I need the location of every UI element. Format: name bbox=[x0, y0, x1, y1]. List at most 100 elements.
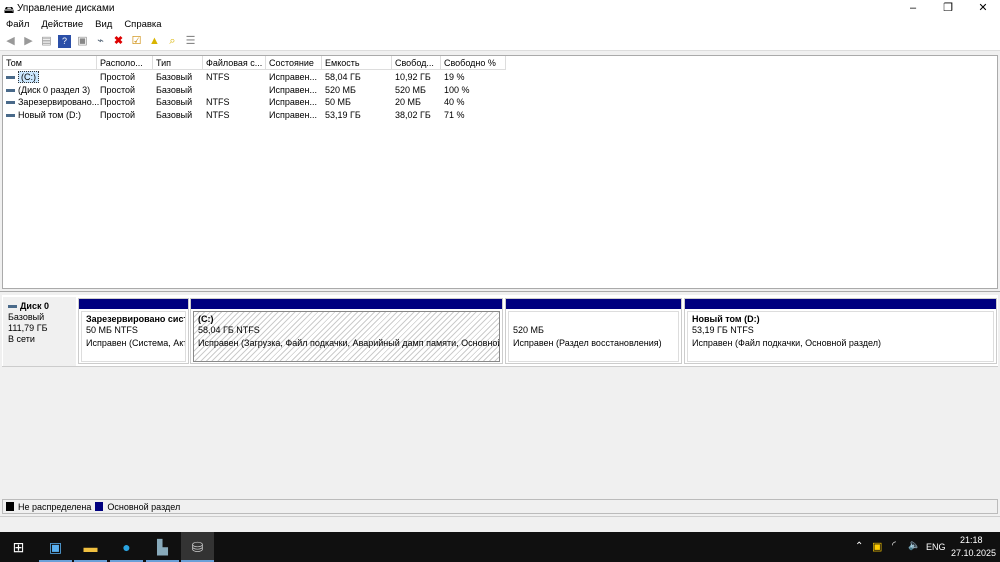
back-icon[interactable]: ◀ bbox=[4, 35, 17, 48]
action-pane-icon[interactable]: ▣ bbox=[76, 35, 89, 48]
status-bar bbox=[0, 516, 1000, 532]
volume-cell: 19 % bbox=[444, 72, 465, 82]
col-free[interactable]: Свобод... bbox=[392, 56, 441, 70]
menu-file[interactable]: Файл bbox=[6, 19, 29, 30]
disk-status: В сети bbox=[8, 334, 35, 344]
legend-swatch-primary bbox=[95, 502, 104, 511]
volume-name[interactable]: Новый том (D:) bbox=[18, 110, 81, 120]
taskbar: ⊞ ▣ ▬ ● ▙ ⛁ ⌃ ▣ ◜ 🔈 ENG 21:18 27.10.2025 bbox=[0, 532, 1000, 562]
partition-status: Исправен (Файл подкачки, Основной раздел… bbox=[692, 338, 881, 348]
language-indicator[interactable]: ENG bbox=[926, 542, 946, 552]
volume-icon[interactable]: 🔈 bbox=[908, 540, 920, 551]
maximize-button[interactable]: ❐ bbox=[931, 0, 965, 17]
properties-icon[interactable]: ☑ bbox=[130, 35, 143, 48]
taskbar-explorer-icon[interactable]: ▬ bbox=[74, 532, 107, 562]
toolbar: ◀ ▶ ▤ ? ▣ ⌁ ✖ ☑ ▲ ⌕ ☰ bbox=[0, 33, 1000, 51]
partition-body: 520 МБ Исправен (Раздел восстановления) bbox=[508, 311, 679, 362]
volume-name[interactable]: Зарезервировано... bbox=[18, 97, 99, 107]
network-icon[interactable]: ◜ bbox=[892, 540, 896, 551]
taskbar-disk-management-icon[interactable]: ⛁ bbox=[181, 532, 214, 562]
col-layout[interactable]: Располо... bbox=[97, 56, 153, 70]
partition-2[interactable]: 520 МБ Исправен (Раздел восстановления) bbox=[505, 298, 682, 364]
clock-time[interactable]: 21:18 bbox=[960, 535, 983, 545]
disk-name: Диск 0 bbox=[20, 301, 49, 311]
clock-date[interactable]: 27.10.2025 bbox=[951, 548, 996, 558]
volume-cell: Базовый bbox=[156, 97, 193, 107]
partition-status: Исправен (Загрузка, Файл подкачки, Авари… bbox=[198, 338, 500, 348]
disk-type: Базовый bbox=[8, 312, 45, 322]
volume-cell: Простой bbox=[100, 72, 136, 82]
volume-name[interactable]: (Диск 0 раздел 3) bbox=[18, 85, 90, 95]
partition-size: 50 МБ NTFS bbox=[86, 325, 138, 335]
volume-cell: 38,02 ГБ bbox=[395, 109, 431, 120]
volume-cell: Простой bbox=[100, 84, 136, 95]
partition-body: Зарезервировано систе 50 МБ NTFS Исправен … bbox=[81, 311, 186, 362]
volume-cell: 53,19 ГБ bbox=[325, 109, 361, 120]
volume-cell: 58,04 ГБ bbox=[325, 72, 361, 82]
volume-cell: NTFS bbox=[206, 97, 230, 107]
partition-size: 58,04 ГБ NTFS bbox=[198, 325, 260, 335]
menu-view[interactable]: Вид bbox=[95, 19, 112, 30]
volume-cell: Простой bbox=[100, 109, 136, 120]
open-folder-icon[interactable]: ▲ bbox=[148, 35, 161, 48]
list-view-icon[interactable]: ☰ bbox=[184, 35, 197, 48]
partition-bar bbox=[506, 299, 681, 309]
partition-body: Новый том (D:) 53,19 ГБ NTFS Исправен (Фай… bbox=[687, 311, 994, 362]
disk-icon bbox=[8, 305, 17, 309]
explore-icon[interactable]: ⌕ bbox=[166, 35, 179, 48]
volume-cell: 40 % bbox=[444, 97, 465, 107]
taskbar-telegram-icon[interactable]: ● bbox=[110, 532, 143, 562]
volume-cell bbox=[203, 84, 206, 96]
col-volume[interactable]: Том bbox=[3, 56, 97, 70]
volume-name[interactable]: (C:) bbox=[18, 71, 39, 83]
taskbar-app-control-panel-icon[interactable]: ▣ bbox=[39, 532, 72, 562]
volume-cell: 20 МБ bbox=[395, 97, 421, 107]
connect-icon[interactable]: ⌁ bbox=[94, 35, 107, 48]
partition-status: Исправен (Система, Акть bbox=[86, 338, 186, 348]
volume-row-name[interactable]: (C:) bbox=[3, 71, 39, 83]
col-status[interactable]: Состояние bbox=[266, 56, 322, 70]
delete-icon[interactable]: ✖ bbox=[112, 35, 125, 48]
volume-row-name[interactable]: Новый том (D:) bbox=[3, 109, 81, 121]
legend-swatch-unallocated bbox=[6, 502, 14, 511]
show-hidden-icons[interactable]: ⌃ bbox=[855, 541, 863, 552]
menu-help[interactable]: Справка bbox=[124, 19, 161, 30]
volume-cell: Исправен... bbox=[269, 72, 318, 82]
close-button[interactable]: ✕ bbox=[966, 0, 1000, 17]
volume-cell: Исправен... bbox=[269, 84, 318, 95]
menu-action[interactable]: Действие bbox=[41, 19, 83, 30]
volume-cell: Исправен... bbox=[269, 109, 318, 120]
volume-row-name[interactable]: Зарезервировано... bbox=[3, 96, 99, 108]
title-bar: 🖴 Управление дисками – ❐ ✕ bbox=[0, 0, 1000, 17]
disk-label[interactable]: Диск 0 Базовый 111,79 ГБ В сети bbox=[3, 297, 76, 366]
partition-3[interactable]: Новый том (D:) 53,19 ГБ NTFS Исправен (Фай… bbox=[684, 298, 997, 364]
partition-status: Исправен (Раздел восстановления) bbox=[513, 338, 662, 348]
forward-icon[interactable]: ▶ bbox=[22, 35, 35, 48]
volume-cell: 10,92 ГБ bbox=[395, 72, 431, 82]
volume-cell: 100 % bbox=[444, 84, 470, 95]
col-free-percent[interactable]: Свободно % bbox=[441, 56, 506, 70]
start-icon[interactable]: ⊞ bbox=[2, 532, 35, 562]
partition-size: 53,19 ГБ NTFS bbox=[692, 325, 754, 335]
tray-app-icon[interactable]: ▣ bbox=[872, 540, 882, 553]
partition-size: 520 МБ bbox=[513, 325, 544, 335]
col-capacity[interactable]: Емкость bbox=[322, 56, 392, 70]
taskbar-app-icon[interactable]: ▙ bbox=[146, 532, 179, 562]
legend-unallocated: Не распределена bbox=[18, 501, 92, 512]
console-tree-icon[interactable]: ▤ bbox=[40, 35, 53, 48]
legend-primary: Основной раздел bbox=[107, 501, 181, 512]
window-title: Управление дисками bbox=[17, 3, 115, 14]
volume-cell: Базовый bbox=[156, 84, 193, 95]
volume-icon bbox=[6, 88, 15, 92]
col-filesystem[interactable]: Файловая с... bbox=[203, 56, 266, 70]
menu-bar: Файл Действие Вид Справка bbox=[0, 17, 1000, 33]
partition-0[interactable]: Зарезервировано систе 50 МБ NTFS Исправен … bbox=[78, 298, 189, 364]
legend: Не распределена Основной раздел bbox=[2, 499, 998, 514]
volume-row-name[interactable]: (Диск 0 раздел 3) bbox=[3, 84, 90, 96]
volume-icon bbox=[6, 76, 15, 80]
minimize-button[interactable]: – bbox=[896, 0, 930, 17]
col-type[interactable]: Тип bbox=[153, 56, 203, 70]
help-icon[interactable]: ? bbox=[58, 35, 71, 48]
volume-list[interactable]: Том Располо... Тип Файловая с... Состоян… bbox=[2, 55, 998, 289]
partition-1[interactable]: (C:) 58,04 ГБ NTFS Исправен (Загрузка, Фай… bbox=[190, 298, 503, 364]
